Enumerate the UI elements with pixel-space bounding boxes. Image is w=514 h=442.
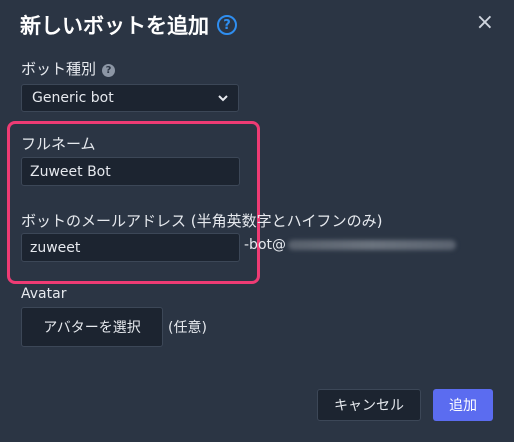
avatar-optional-text: (任意) [168, 320, 207, 336]
bot-type-label-text: ボット種別 [21, 60, 97, 78]
bot-email-label: ボットのメールアドレス (半角英数字とハイフンのみ) [21, 212, 383, 230]
cancel-button[interactable]: キャンセル [317, 389, 421, 421]
bot-email-input[interactable]: zuweet [21, 233, 240, 262]
full-name-label: フルネーム [21, 135, 96, 153]
dialog-title-text: 新しいボットを追加 [20, 14, 209, 38]
close-icon[interactable]: × [476, 12, 494, 34]
bot-email-domain: -bot@ [244, 237, 456, 253]
full-name-input[interactable]: Zuweet Bot [21, 157, 240, 186]
add-bot-dialog: 新しいボットを追加 ? × ボット種別? Generic bot フルネーム Z… [0, 0, 514, 442]
choose-avatar-button[interactable]: アバターを選択 [21, 307, 163, 347]
dialog-title: 新しいボットを追加 ? [20, 10, 237, 40]
bot-email-suffix: -bot@ [244, 237, 286, 253]
chevron-down-icon [218, 92, 228, 105]
help-icon[interactable]: ? [217, 15, 237, 35]
redacted-domain [288, 240, 456, 250]
bot-type-selected-value: Generic bot [32, 90, 114, 106]
avatar-label: Avatar [21, 286, 67, 302]
bot-type-help-icon[interactable]: ? [102, 64, 116, 77]
add-button[interactable]: 追加 [433, 389, 493, 421]
bot-type-label: ボット種別? [21, 58, 116, 79]
bot-type-select[interactable]: Generic bot [21, 84, 239, 112]
